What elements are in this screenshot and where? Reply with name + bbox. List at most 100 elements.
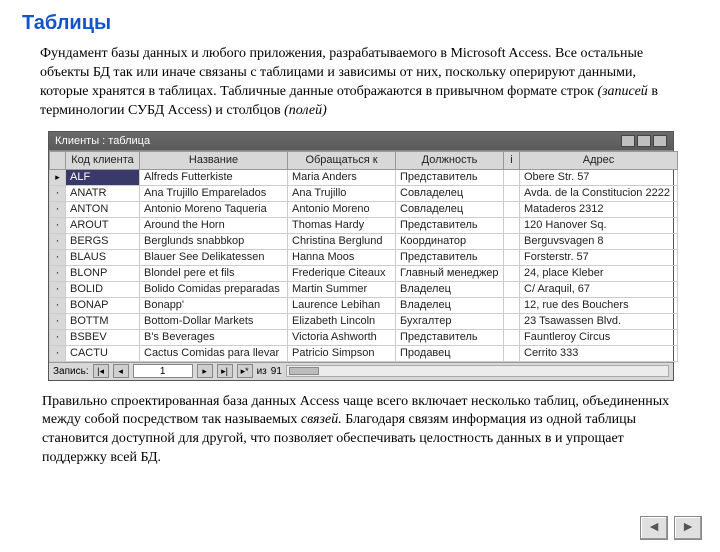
- row-selector[interactable]: [50, 217, 66, 233]
- cell-contact[interactable]: Maria Anders: [288, 169, 396, 185]
- col-header-address[interactable]: Адрес: [520, 151, 678, 169]
- cell-code[interactable]: BOTTM: [66, 313, 140, 329]
- row-selector[interactable]: [50, 185, 66, 201]
- cell-name[interactable]: Bolido Comidas preparadas: [140, 281, 288, 297]
- row-selector[interactable]: [50, 249, 66, 265]
- window-titlebar[interactable]: Клиенты : таблица: [49, 132, 673, 150]
- cell-address[interactable]: Avda. de la Constitucion 2222: [520, 185, 678, 201]
- nav-next-button[interactable]: ▸: [197, 364, 213, 378]
- cell-address[interactable]: 120 Hanover Sq.: [520, 217, 678, 233]
- row-selector[interactable]: [50, 345, 66, 361]
- table-row[interactable]: BONAPBonapp'Laurence LebihanВладелец12, …: [50, 297, 678, 313]
- cell-i[interactable]: [504, 185, 520, 201]
- cell-contact[interactable]: Antonio Moreno: [288, 201, 396, 217]
- cell-contact[interactable]: Laurence Lebihan: [288, 297, 396, 313]
- cell-i[interactable]: [504, 249, 520, 265]
- cell-name[interactable]: Berglunds snabbkop: [140, 233, 288, 249]
- cell-title[interactable]: Координатор: [396, 233, 504, 249]
- cell-i[interactable]: [504, 345, 520, 361]
- cell-contact[interactable]: Frederique Citeaux: [288, 265, 396, 281]
- cell-i[interactable]: [504, 217, 520, 233]
- table-row[interactable]: BLAUSBlauer See DelikatessenHanna MoosПр…: [50, 249, 678, 265]
- cell-contact[interactable]: Elizabeth Lincoln: [288, 313, 396, 329]
- cell-code[interactable]: BLAUS: [66, 249, 140, 265]
- row-selector[interactable]: [50, 313, 66, 329]
- table-row[interactable]: BLONPBlondel pere et filsFrederique Cite…: [50, 265, 678, 281]
- cell-address[interactable]: 24, place Kleber: [520, 265, 678, 281]
- table-row[interactable]: BOTTMBottom-Dollar MarketsElizabeth Linc…: [50, 313, 678, 329]
- cell-address[interactable]: Fauntleroy Circus: [520, 329, 678, 345]
- cell-i[interactable]: [504, 201, 520, 217]
- col-header-title[interactable]: Должность: [396, 151, 504, 169]
- cell-code[interactable]: CACTU: [66, 345, 140, 361]
- table-row[interactable]: ALFAlfreds FutterkisteMaria AndersПредст…: [50, 169, 678, 185]
- cell-i[interactable]: [504, 297, 520, 313]
- row-selector[interactable]: [50, 233, 66, 249]
- row-selector[interactable]: [50, 201, 66, 217]
- cell-contact[interactable]: Martin Summer: [288, 281, 396, 297]
- close-icon[interactable]: [653, 135, 667, 147]
- col-header-i[interactable]: і: [504, 151, 520, 169]
- cell-i[interactable]: [504, 233, 520, 249]
- cell-name[interactable]: Bottom-Dollar Markets: [140, 313, 288, 329]
- cell-title[interactable]: Продавец: [396, 345, 504, 361]
- cell-i[interactable]: [504, 265, 520, 281]
- cell-i[interactable]: [504, 329, 520, 345]
- table-row[interactable]: BERGSBerglunds snabbkopChristina Berglun…: [50, 233, 678, 249]
- cell-contact[interactable]: Patricio Simpson: [288, 345, 396, 361]
- table-row[interactable]: ANTONAntonio Moreno TaqueriaAntonio More…: [50, 201, 678, 217]
- cell-contact[interactable]: Thomas Hardy: [288, 217, 396, 233]
- cell-name[interactable]: Alfreds Futterkiste: [140, 169, 288, 185]
- table-row[interactable]: BSBEVB's BeveragesVictoria AshworthПредс…: [50, 329, 678, 345]
- cell-title[interactable]: Владелец: [396, 281, 504, 297]
- col-header-code[interactable]: Код клиента: [66, 151, 140, 169]
- table-row[interactable]: CACTUCactus Comidas para llevarPatricio …: [50, 345, 678, 361]
- prev-slide-button[interactable]: ◄: [640, 516, 668, 540]
- cell-code[interactable]: ANTON: [66, 201, 140, 217]
- scrollbar-thumb[interactable]: [289, 367, 319, 375]
- cell-i[interactable]: [504, 169, 520, 185]
- col-header-contact[interactable]: Обращаться к: [288, 151, 396, 169]
- cell-code[interactable]: BLONP: [66, 265, 140, 281]
- row-selector[interactable]: [50, 265, 66, 281]
- cell-code[interactable]: BSBEV: [66, 329, 140, 345]
- cell-address[interactable]: 23 Tsawassen Blvd.: [520, 313, 678, 329]
- next-slide-button[interactable]: ►: [674, 516, 702, 540]
- cell-title[interactable]: Представитель: [396, 249, 504, 265]
- row-selector[interactable]: [50, 281, 66, 297]
- cell-title[interactable]: Бухгалтер: [396, 313, 504, 329]
- maximize-icon[interactable]: [637, 135, 651, 147]
- cell-name[interactable]: Blauer See Delikatessen: [140, 249, 288, 265]
- nav-prev-button[interactable]: ◂: [113, 364, 129, 378]
- cell-title[interactable]: Совладелец: [396, 185, 504, 201]
- cell-address[interactable]: Mataderos 2312: [520, 201, 678, 217]
- cell-title[interactable]: Совладелец: [396, 201, 504, 217]
- cell-address[interactable]: Cerrito 333: [520, 345, 678, 361]
- cell-title[interactable]: Представитель: [396, 217, 504, 233]
- cell-address[interactable]: C/ Araquil, 67: [520, 281, 678, 297]
- cell-i[interactable]: [504, 313, 520, 329]
- cell-title[interactable]: Представитель: [396, 169, 504, 185]
- cell-name[interactable]: Antonio Moreno Taqueria: [140, 201, 288, 217]
- cell-title[interactable]: Владелец: [396, 297, 504, 313]
- cell-name[interactable]: Blondel pere et fils: [140, 265, 288, 281]
- cell-name[interactable]: B's Beverages: [140, 329, 288, 345]
- cell-title[interactable]: Представитель: [396, 329, 504, 345]
- cell-code[interactable]: BOLID: [66, 281, 140, 297]
- row-selector[interactable]: [50, 297, 66, 313]
- cell-code[interactable]: BERGS: [66, 233, 140, 249]
- cell-i[interactable]: [504, 281, 520, 297]
- cell-address[interactable]: 12, rue des Bouchers: [520, 297, 678, 313]
- cell-contact[interactable]: Ana Trujillo: [288, 185, 396, 201]
- nav-last-button[interactable]: ▸|: [217, 364, 233, 378]
- cell-name[interactable]: Ana Trujillo Emparelados: [140, 185, 288, 201]
- cell-address[interactable]: Obere Str. 57: [520, 169, 678, 185]
- nav-current-record[interactable]: 1: [133, 364, 193, 378]
- table-row[interactable]: BOLIDBolido Comidas preparadasMartin Sum…: [50, 281, 678, 297]
- row-selector-header[interactable]: [50, 151, 66, 169]
- row-selector[interactable]: [50, 169, 66, 185]
- cell-contact[interactable]: Hanna Moos: [288, 249, 396, 265]
- cell-title[interactable]: Главный менеджер: [396, 265, 504, 281]
- cell-code[interactable]: AROUT: [66, 217, 140, 233]
- row-selector[interactable]: [50, 329, 66, 345]
